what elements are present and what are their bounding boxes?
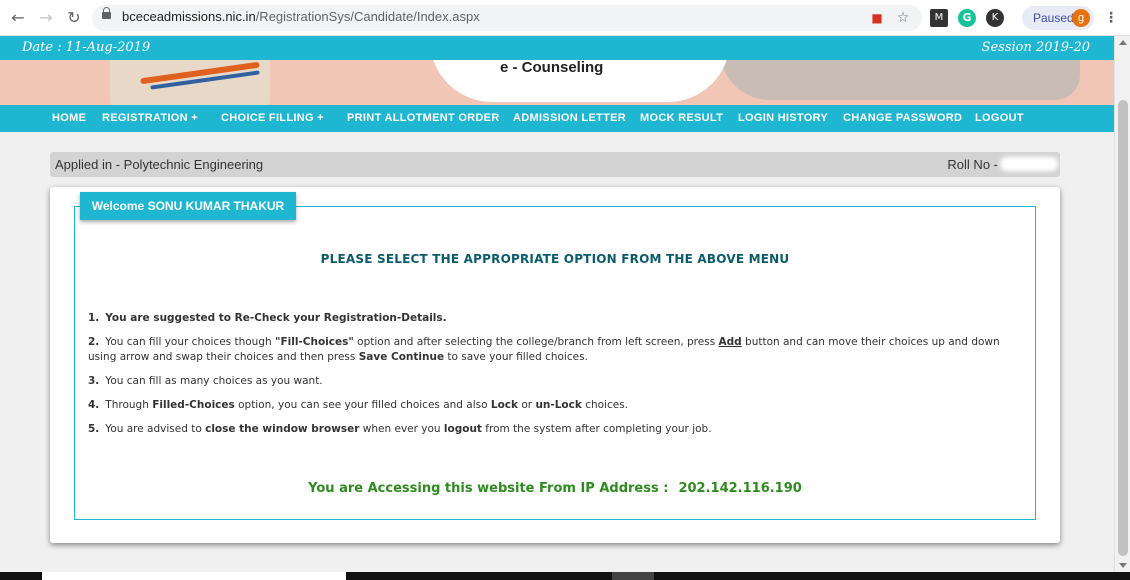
bookmark-star-icon[interactable]: ☆	[894, 9, 912, 27]
list-number: 5.	[88, 423, 100, 435]
list-item: 5. You are advised to close the window br…	[88, 422, 1028, 437]
list-text-bold: "Fill-Choices"	[274, 336, 354, 348]
os-taskbar	[0, 572, 1130, 580]
menu-item-logout[interactable]: LOGOUT	[975, 112, 1024, 124]
lock-icon	[102, 7, 111, 19]
list-text: when ever you	[359, 423, 444, 435]
instructions-list: 1. You are suggested to Re-Check your Reg…	[88, 311, 1028, 446]
ip-address-line: You are Accessing this website From IP A…	[50, 481, 1060, 496]
list-text-bold: Save Continue	[358, 351, 445, 363]
paused-label: Paused	[1033, 11, 1074, 25]
k-extension-icon[interactable]: K	[986, 9, 1004, 27]
applied-in-text: Applied in - Polytechnic Engineering	[55, 157, 264, 172]
taskbar-app[interactable]	[612, 572, 654, 580]
site-banner: e - Counseling	[0, 60, 1114, 105]
menu-item-registration[interactable]: REGISTRATION +	[102, 112, 198, 124]
menu-item-admission-letter[interactable]: ADMISSION LETTER	[513, 112, 626, 124]
list-text-bold: close the window browser	[205, 423, 360, 435]
list-item: 2. You can fill your choices though "Fill…	[88, 335, 1028, 365]
list-number: 4.	[88, 399, 100, 411]
list-text: You are advised to	[105, 423, 206, 435]
list-text: You are suggested to Re-Check your Regis…	[105, 312, 447, 324]
list-text-bold: Lock	[490, 399, 519, 411]
grammarly-extension-icon[interactable]: G	[958, 9, 976, 27]
list-text-bold: Add	[718, 336, 742, 348]
back-arrow-icon[interactable]: ←	[8, 8, 28, 28]
list-item: 3. You can fill as many choices as you wa…	[88, 374, 1028, 389]
ip-value: 202.142.116.190	[678, 481, 802, 496]
list-text: Through	[105, 399, 153, 411]
more-menu-icon[interactable]: ⋮	[1102, 9, 1120, 27]
menu-item-mock-result[interactable]: MOCK RESULT	[640, 112, 723, 124]
avatar: g	[1072, 9, 1090, 27]
banner-photo	[720, 60, 1080, 100]
welcome-card: Welcome SONU KUMAR THAKUR PLEASE SELECT …	[50, 187, 1060, 543]
forward-arrow-icon[interactable]: →	[36, 8, 56, 28]
list-item: 1. You are suggested to Re-Check your Reg…	[88, 311, 1028, 326]
list-text: option and after selecting the college/b…	[353, 336, 719, 348]
gmail-extension-icon[interactable]: M	[930, 9, 948, 27]
taskbar-search[interactable]	[42, 572, 346, 580]
page-scrollbar[interactable]	[1114, 36, 1130, 572]
page-heading: PLEASE SELECT THE APPROPRIATE OPTION FRO…	[320, 252, 790, 266]
list-item: 4. Through Filled-Choices option, you can…	[88, 398, 1028, 413]
list-number: 2.	[88, 336, 100, 348]
list-text-bold: Filled-Choices	[152, 399, 235, 411]
blocked-popup-icon[interactable]: ■	[868, 9, 886, 27]
session-text: Session 2019-20	[981, 40, 1090, 55]
welcome-badge: Welcome SONU KUMAR THAKUR	[80, 192, 296, 220]
list-text: to save your filled choices.	[444, 351, 588, 363]
roll-no-label: Roll No -	[947, 157, 998, 172]
list-number: 1.	[88, 312, 100, 324]
url-host: bceceadmissions.nic.in	[122, 9, 256, 24]
date-text: Date : 11-Aug-2019	[22, 40, 151, 55]
list-text: choices.	[581, 399, 629, 411]
reload-icon[interactable]: ↻	[64, 8, 84, 28]
list-text-bold: un-Lock	[535, 399, 582, 411]
page-content: Applied in - Polytechnic Engineering Rol…	[0, 132, 1114, 572]
list-text: option, you can see your filled choices …	[234, 399, 491, 411]
list-text: or	[518, 399, 536, 411]
address-bar[interactable]: bceceadmissions.nic.in/RegistrationSys/C…	[92, 5, 922, 31]
scroll-thumb[interactable]	[1118, 100, 1128, 556]
menu-item-choice-filling[interactable]: CHOICE FILLING +	[221, 112, 324, 124]
date-session-bar: Date : 11-Aug-2019 Session 2019-20	[0, 36, 1114, 60]
list-text: You can fill as many choices as you want…	[105, 375, 323, 387]
list-number: 3.	[88, 375, 100, 387]
url-path: /RegistrationSys/Candidate/Index.aspx	[255, 9, 480, 24]
list-text-bold: logout	[443, 423, 482, 435]
profile-paused-button[interactable]: Paused g	[1022, 6, 1094, 30]
banner-title: e - Counseling	[500, 60, 604, 76]
list-text: You can fill your choices though	[105, 336, 275, 348]
ip-label: You are Accessing this website From IP A…	[308, 481, 669, 496]
browser-toolbar: ← → ↻ bceceadmissions.nic.in/Registratio…	[0, 0, 1130, 36]
main-menu: HOME REGISTRATION + CHOICE FILLING + PRI…	[0, 105, 1114, 132]
applied-info-bar: Applied in - Polytechnic Engineering Rol…	[50, 152, 1060, 177]
menu-item-login-history[interactable]: LOGIN HISTORY	[738, 112, 828, 124]
list-text: from the system after completing your jo…	[481, 423, 712, 435]
menu-item-home[interactable]: HOME	[52, 112, 86, 124]
menu-item-print-allotment-order[interactable]: PRINT ALLOTMENT ORDER	[347, 112, 500, 124]
roll-no-redacted	[1000, 157, 1058, 171]
url-text[interactable]: bceceadmissions.nic.in/RegistrationSys/C…	[122, 9, 480, 24]
menu-item-change-password[interactable]: CHANGE PASSWORD	[843, 112, 962, 124]
scroll-down-arrow-icon[interactable]	[1119, 563, 1127, 568]
scroll-up-arrow-icon[interactable]	[1119, 40, 1127, 45]
